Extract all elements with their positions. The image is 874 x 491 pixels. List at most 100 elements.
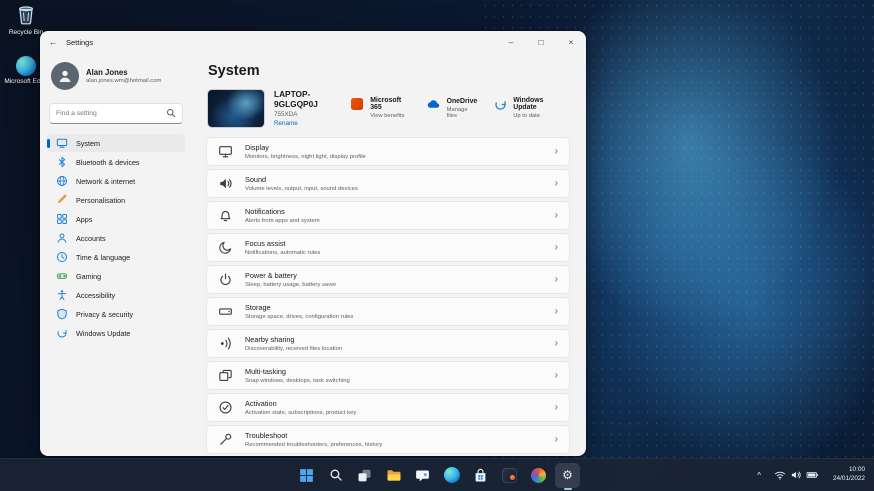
- store-button[interactable]: [468, 463, 493, 488]
- tray-date: 24/01/2022: [833, 475, 865, 484]
- page-title: System: [208, 63, 570, 79]
- settings-list: DisplayMonitors, brightness, night light…: [206, 137, 570, 454]
- bell-icon: [218, 208, 233, 223]
- status-cards: Microsoft 365 View benefits OneDrive Man…: [350, 97, 568, 119]
- paintbrush-icon: [56, 194, 68, 206]
- status-card-subtitle: Manage files: [447, 107, 478, 119]
- profile-name: Alan Jones: [86, 68, 161, 77]
- display-icon: [218, 144, 233, 159]
- photos-icon: [531, 468, 546, 483]
- close-button[interactable]: ×: [556, 31, 586, 53]
- file-explorer-button[interactable]: [381, 463, 406, 488]
- settings-search[interactable]: [49, 103, 183, 124]
- minimize-button[interactable]: –: [496, 31, 526, 53]
- task-view-icon: [357, 468, 372, 483]
- sidebar-item-label: Bluetooth & devices: [76, 158, 140, 167]
- settings-app-button[interactable]: ⚙: [555, 463, 580, 488]
- gear-icon: ⚙: [562, 469, 573, 481]
- window-title: Settings: [66, 38, 93, 47]
- task-view-button[interactable]: [352, 463, 377, 488]
- sidebar-item-apps[interactable]: Apps: [47, 210, 185, 228]
- row-subtitle: Activation state, subscriptions, product…: [245, 410, 356, 416]
- maximize-button[interactable]: □: [526, 31, 556, 53]
- sidebar: Alan Jones alan.jones.wm@hotmail.com Sys…: [40, 53, 192, 456]
- settings-row-multitasking[interactable]: Multi-tasking Snap windows, desktops, tas…: [206, 361, 570, 390]
- system-page: System LAPTOP-9GLGQP0J 755XDA Rename Mic…: [192, 53, 586, 456]
- start-button[interactable]: [294, 463, 319, 488]
- rename-link[interactable]: Rename: [274, 120, 350, 127]
- edge-icon: [16, 56, 36, 76]
- search-icon: [166, 105, 176, 123]
- hidden-icons-chevron[interactable]: ^: [754, 467, 764, 484]
- clock-icon: [56, 251, 68, 263]
- windows-update-card[interactable]: Windows Update Up to date: [493, 97, 564, 119]
- settings-row-sound[interactable]: Sound Volume levels, output, input, sound…: [206, 169, 570, 198]
- wifi-icon: [774, 469, 786, 481]
- globe-icon: [56, 175, 68, 187]
- sidebar-item-system[interactable]: System: [47, 134, 185, 152]
- titlebar[interactable]: ← Settings – □ ×: [40, 31, 586, 53]
- row-subtitle: Notifications, automatic rules: [245, 250, 320, 256]
- settings-row-storage[interactable]: StorageStorage space, drives, configurat…: [206, 297, 570, 326]
- row-title: Multi-tasking: [245, 367, 350, 376]
- row-subtitle: Snap windows, desktops, task switching: [245, 378, 350, 384]
- settings-row-activation[interactable]: ActivationActivation state, subscription…: [206, 393, 570, 422]
- system-tray: ^ 10:00 24/01/2022: [754, 459, 869, 491]
- device-name: LAPTOP-9GLGQP0J: [274, 89, 350, 109]
- account-profile[interactable]: Alan Jones alan.jones.wm@hotmail.com: [47, 57, 185, 95]
- tray-time: 10:00: [833, 466, 865, 475]
- status-card-title: Windows Update: [513, 97, 564, 111]
- update-icon: [56, 327, 68, 339]
- sidebar-item-label: Gaming: [76, 272, 101, 281]
- clock[interactable]: 10:00 24/01/2022: [829, 463, 869, 487]
- sidebar-item-privacy-security[interactable]: Privacy & security: [47, 305, 185, 323]
- settings-row-notifications[interactable]: NotificationsAlerts from apps and system…: [206, 201, 570, 230]
- status-card-title: OneDrive: [447, 98, 478, 105]
- power-icon: [218, 272, 233, 287]
- back-button[interactable]: ←: [40, 37, 66, 47]
- office-button[interactable]: [497, 463, 522, 488]
- microsoft-365-card[interactable]: Microsoft 365 View benefits: [350, 97, 410, 119]
- onedrive-card[interactable]: OneDrive Manage files: [427, 98, 478, 119]
- chevron-right-icon: ›: [555, 435, 558, 445]
- row-title: Sound: [245, 175, 358, 184]
- gamepad-icon: [56, 270, 68, 282]
- apps-grid-icon: [56, 213, 68, 225]
- sidebar-item-gaming[interactable]: Gaming: [47, 267, 185, 285]
- chat-button[interactable]: [410, 463, 435, 488]
- taskbar-search-button[interactable]: [323, 463, 348, 488]
- sidebar-item-windows-update[interactable]: Windows Update: [47, 324, 185, 342]
- onedrive-cloud-icon: [427, 98, 441, 112]
- sidebar-item-bluetooth-devices[interactable]: Bluetooth & devices: [47, 153, 185, 171]
- row-subtitle: Alerts from apps and system: [245, 218, 320, 224]
- multitasking-icon: [218, 368, 233, 383]
- photos-button[interactable]: [526, 463, 551, 488]
- status-card-title: Microsoft 365: [370, 97, 410, 111]
- tray-status-icons[interactable]: [771, 465, 822, 485]
- profile-email: alan.jones.wm@hotmail.com: [86, 78, 161, 84]
- row-title: Nearby sharing: [245, 335, 342, 344]
- sidebar-item-time-language[interactable]: Time & language: [47, 248, 185, 266]
- settings-row-focus-assist[interactable]: Focus assistNotifications, automatic rul…: [206, 233, 570, 262]
- row-subtitle: Volume levels, output, input, sound devi…: [245, 186, 358, 192]
- status-card-subtitle: View benefits: [370, 113, 410, 119]
- settings-row-troubleshoot[interactable]: TroubleshootRecommended troubleshooters,…: [206, 425, 570, 454]
- chevron-right-icon: ›: [555, 211, 558, 221]
- edge-button[interactable]: [439, 463, 464, 488]
- volume-icon: [790, 469, 802, 481]
- desktop-icon-recycle-bin[interactable]: Recycle Bin: [3, 3, 49, 36]
- sidebar-item-accounts[interactable]: Accounts: [47, 229, 185, 247]
- settings-row-nearby-sharing[interactable]: Nearby sharingDiscoverability, received …: [206, 329, 570, 358]
- chevron-right-icon: ›: [555, 307, 558, 317]
- settings-row-display[interactable]: DisplayMonitors, brightness, night light…: [206, 137, 570, 166]
- search-input[interactable]: [56, 110, 166, 117]
- office-icon: [502, 468, 517, 483]
- settings-row-power-battery[interactable]: Power & batterySleep, battery usage, bat…: [206, 265, 570, 294]
- store-bag-icon: [473, 468, 488, 483]
- sidebar-item-accessibility[interactable]: Accessibility: [47, 286, 185, 304]
- sidebar-item-personalisation[interactable]: Personalisation: [47, 191, 185, 209]
- sidebar-item-network-internet[interactable]: Network & internet: [47, 172, 185, 190]
- sidebar-item-label: Network & internet: [76, 177, 135, 186]
- system-icon: [56, 137, 68, 149]
- storage-drive-icon: [218, 304, 233, 319]
